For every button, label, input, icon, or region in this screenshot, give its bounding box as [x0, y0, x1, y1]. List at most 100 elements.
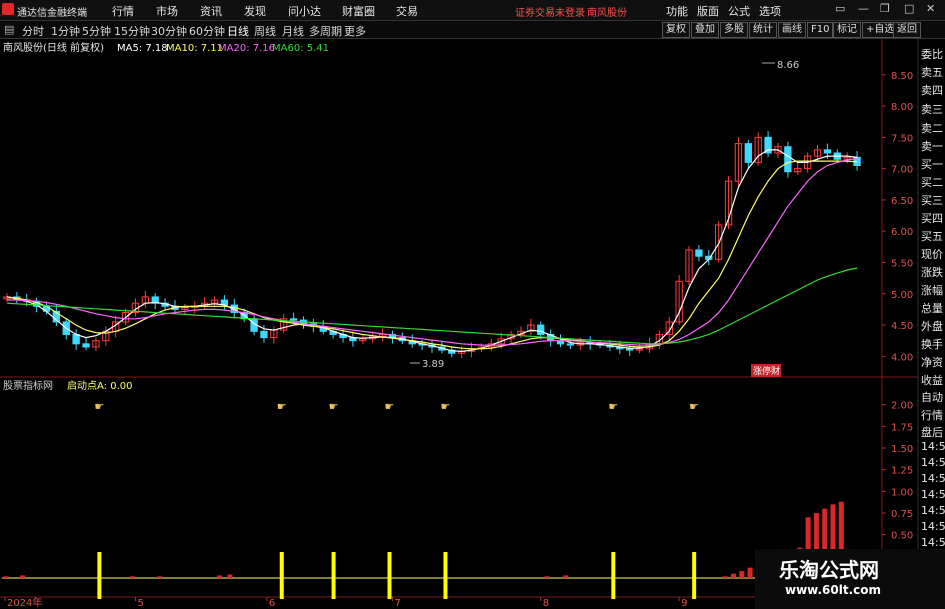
side-panel-item[interactable]: 自动: [921, 389, 945, 405]
stats-button[interactable]: 统计: [749, 22, 777, 38]
candle-body: [23, 299, 31, 302]
candle-body: [724, 180, 733, 226]
candle-body: [784, 146, 792, 173]
tab-weekly[interactable]: 周线: [254, 23, 276, 39]
side-panel-item[interactable]: 现价: [921, 246, 945, 262]
volume-bar: [739, 571, 745, 578]
side-panel-item[interactable]: 涨跌: [921, 264, 945, 280]
tab-multi-period[interactable]: 多周期: [309, 23, 342, 39]
menu-quotes[interactable]: 行情: [112, 3, 134, 19]
f10-button[interactable]: F10: [807, 22, 834, 38]
ma20-label: MA20: 7.16: [218, 43, 275, 54]
min-icon[interactable]: ▭: [835, 2, 845, 15]
candle-body: [309, 323, 318, 327]
mark-button[interactable]: 标记: [833, 22, 861, 38]
candle-body: [369, 335, 377, 340]
side-panel-item[interactable]: 外盘: [921, 318, 945, 334]
menu-wealth[interactable]: 财富圈: [342, 3, 375, 19]
signal-bar: [692, 552, 697, 599]
side-panel-item[interactable]: 委比: [921, 46, 945, 62]
minimize-icon[interactable]: —: [858, 2, 869, 15]
sidebar-toggle-icon[interactable]: ▤: [4, 23, 14, 36]
multi-stock-button[interactable]: 多股: [720, 22, 748, 38]
side-panel-item[interactable]: 14:50: [921, 536, 945, 549]
side-panel-item[interactable]: 盘后: [921, 424, 945, 440]
side-panel-item[interactable]: 卖二: [921, 120, 945, 136]
side-panel-item[interactable]: 14:50: [921, 504, 945, 517]
menu-market[interactable]: 市场: [156, 3, 178, 19]
side-panel-item[interactable]: 买一: [921, 156, 945, 172]
menu-layout[interactable]: 版面: [697, 3, 719, 19]
side-panel-item[interactable]: 卖三: [921, 101, 945, 117]
candle-body: [764, 136, 772, 154]
side-panel-item[interactable]: 行情: [921, 407, 945, 423]
overlay-button[interactable]: 叠加: [691, 22, 719, 38]
candle-body: [477, 346, 486, 350]
tab-30min[interactable]: 30分钟: [151, 23, 187, 39]
candle-body: [72, 333, 80, 345]
tab-15min[interactable]: 15分钟: [114, 23, 150, 39]
candle-body: [744, 143, 752, 163]
tab-1min[interactable]: 1分钟: [51, 23, 80, 39]
side-panel-item[interactable]: 14:50: [921, 488, 945, 501]
side-panel-item[interactable]: 卖五: [921, 64, 945, 80]
side-panel-item[interactable]: 14:50: [921, 472, 945, 485]
tab-5min[interactable]: 5分钟: [82, 23, 111, 39]
tab-intraday[interactable]: 分时: [22, 23, 44, 39]
side-panel-item[interactable]: 14:50: [921, 456, 945, 469]
signal-bar: [387, 552, 392, 599]
price-tick-label: 5.50: [891, 258, 913, 269]
stock-notice[interactable]: 南风股份: [587, 4, 627, 19]
login-notice[interactable]: 证券交易未登录: [515, 4, 585, 19]
menu-function[interactable]: 功能: [666, 3, 688, 19]
candle-body: [803, 155, 812, 170]
candle-body: [418, 343, 426, 346]
candle-body: [32, 300, 41, 307]
candle-body: [448, 349, 456, 354]
side-panel-item[interactable]: 买四: [921, 210, 945, 226]
back-button[interactable]: 返回: [893, 22, 921, 38]
signal-hand-icon: ☛: [385, 400, 395, 413]
side-panel-item[interactable]: 收益: [921, 372, 945, 388]
menu-ask[interactable]: 问小达: [288, 3, 321, 19]
menu-discover[interactable]: 发现: [244, 3, 266, 19]
x-tick-label: 8: [543, 598, 549, 609]
side-panel-item[interactable]: 换手: [921, 336, 945, 352]
side-panel-item[interactable]: 买五: [921, 228, 945, 244]
side-panel-item[interactable]: 买二: [921, 174, 945, 190]
tab-more[interactable]: 更多: [344, 23, 366, 39]
side-panel-item[interactable]: 净资: [921, 354, 945, 370]
menu-formula[interactable]: 公式: [728, 3, 750, 19]
candle-body: [705, 255, 713, 260]
draw-button[interactable]: 画线: [778, 22, 806, 38]
candle-body: [82, 343, 90, 348]
candle-body: [645, 343, 654, 350]
side-panel-item[interactable]: 卖一: [921, 138, 945, 154]
side-panel-item[interactable]: 买三: [921, 192, 945, 208]
restore-icon[interactable]: ❐: [880, 2, 890, 15]
side-panel-item[interactable]: 卖四: [921, 82, 945, 98]
tab-daily[interactable]: 日线: [227, 23, 249, 39]
candle-body: [299, 319, 308, 325]
menu-options[interactable]: 选项: [759, 3, 781, 19]
menu-trade[interactable]: 交易: [396, 3, 418, 19]
side-panel-item[interactable]: 14:50: [921, 520, 945, 533]
volume-bar: [217, 575, 223, 578]
candle-body: [408, 340, 416, 345]
side-panel-item[interactable]: 涨幅: [921, 282, 945, 298]
candle-body: [112, 321, 120, 332]
candle-body: [329, 330, 337, 335]
candle-body: [606, 344, 614, 348]
tab-monthly[interactable]: 月线: [282, 23, 304, 39]
menu-news[interactable]: 资讯: [200, 3, 222, 19]
candle-body: [319, 325, 327, 332]
signal-hand-icon: ☛: [94, 400, 104, 413]
maximize-icon[interactable]: □: [904, 2, 914, 15]
side-panel-item[interactable]: 总量: [921, 300, 945, 316]
tab-60min[interactable]: 60分钟: [189, 23, 225, 39]
adjust-button[interactable]: 复权: [662, 22, 690, 38]
candle-body: [280, 318, 288, 331]
close-icon[interactable]: ✕: [926, 2, 935, 15]
side-panel-item[interactable]: 14:50: [921, 440, 945, 453]
candle-body: [695, 249, 703, 257]
